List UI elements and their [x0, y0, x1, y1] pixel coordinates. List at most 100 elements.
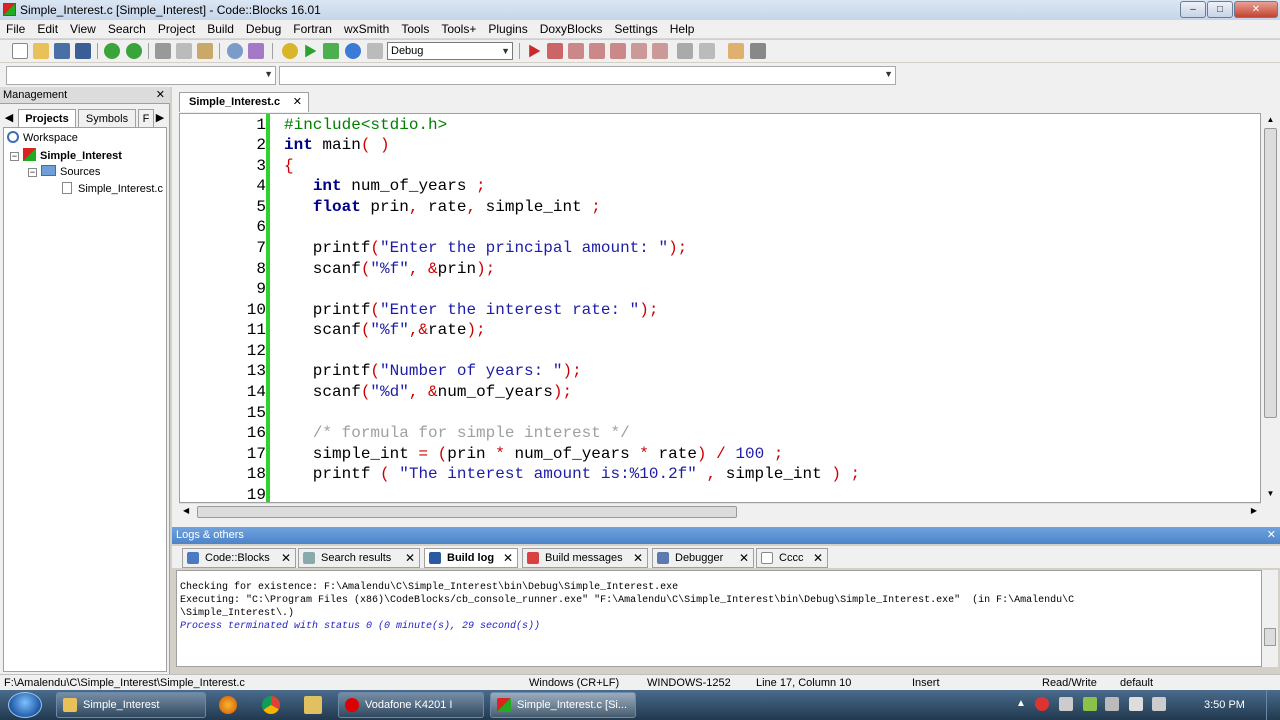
horizontal-scroll-thumb[interactable]: [197, 506, 737, 518]
close-icon[interactable]: ✕: [405, 549, 415, 568]
copy-icon[interactable]: [176, 43, 192, 59]
pause-icon[interactable]: [677, 43, 693, 59]
editor-vertical-scrollbar[interactable]: ▲ ▼: [1262, 113, 1279, 502]
menu-tools[interactable]: Tools: [395, 20, 435, 39]
menu-file[interactable]: File: [0, 20, 31, 39]
run-to-cursor-icon[interactable]: [547, 43, 563, 59]
menu-build[interactable]: Build: [201, 20, 240, 39]
cut-icon[interactable]: [155, 43, 171, 59]
replace-icon[interactable]: [248, 43, 264, 59]
tray-volume-icon[interactable]: [1152, 697, 1166, 711]
menu-help[interactable]: Help: [664, 20, 701, 39]
find-icon[interactable]: [227, 43, 243, 59]
log-vertical-scrollbar[interactable]: [1262, 570, 1278, 667]
close-icon[interactable]: ✕: [633, 549, 643, 568]
code-editor[interactable]: 1 2 3 4 5 6 7 8 9 10 11 12 13 14 15 16 1…: [179, 113, 1261, 503]
close-icon[interactable]: ✕: [739, 549, 749, 568]
save-icon[interactable]: [54, 43, 70, 59]
menu-tools-plus[interactable]: Tools+: [435, 20, 482, 39]
tab-build-log[interactable]: Build log ✕: [424, 548, 518, 568]
paste-icon[interactable]: [197, 43, 213, 59]
close-button[interactable]: ✕: [1234, 1, 1278, 18]
run-icon[interactable]: [305, 44, 317, 58]
tray-device-icon[interactable]: [1059, 697, 1073, 711]
scroll-down-icon[interactable]: ▼: [1265, 489, 1276, 499]
vertical-scroll-thumb[interactable]: [1264, 128, 1277, 418]
tab-projects[interactable]: Projects: [18, 109, 76, 127]
next-line-icon[interactable]: [568, 43, 584, 59]
firefox-icon[interactable]: [219, 696, 237, 714]
step-instruction-icon[interactable]: [652, 43, 668, 59]
menu-plugins[interactable]: Plugins: [482, 20, 533, 39]
start-button[interactable]: [8, 692, 42, 718]
clock[interactable]: 3:50 PM: [1204, 690, 1245, 720]
close-icon[interactable]: ✕: [503, 549, 513, 568]
various-info-icon[interactable]: [750, 43, 766, 59]
close-icon[interactable]: ✕: [813, 549, 823, 568]
collapse-icon[interactable]: −: [10, 152, 19, 161]
build-gear-icon[interactable]: [282, 43, 298, 59]
scope-select[interactable]: ▼: [6, 66, 276, 85]
debug-continue-icon[interactable]: [529, 44, 541, 58]
tree-item-workspace[interactable]: Workspace: [7, 131, 78, 146]
open-folder-icon[interactable]: [33, 43, 49, 59]
menu-settings[interactable]: Settings: [608, 20, 663, 39]
tree-item-file[interactable]: Simple_Interest.c: [62, 182, 163, 197]
tab-cccc[interactable]: Cccc ✕: [756, 548, 828, 568]
tab-codeblocks-log[interactable]: Code::Blocks ✕: [182, 548, 296, 568]
save-all-icon[interactable]: [75, 43, 91, 59]
tab-build-messages[interactable]: Build messages ✕: [522, 548, 648, 568]
minimize-button[interactable]: –: [1180, 1, 1206, 18]
tray-expand-icon[interactable]: ▲: [1016, 698, 1026, 709]
scroll-right-icon[interactable]: ▶: [1251, 506, 1257, 515]
menu-edit[interactable]: Edit: [31, 20, 64, 39]
tree-item-project[interactable]: − Simple_Interest: [10, 148, 122, 164]
step-into-icon[interactable]: [589, 43, 605, 59]
step-out-icon[interactable]: [610, 43, 626, 59]
menu-fortran[interactable]: Fortran: [287, 20, 338, 39]
chrome-icon[interactable]: [262, 696, 280, 714]
tab-debugger[interactable]: Debugger ✕: [652, 548, 754, 568]
tab-scroll-left-icon[interactable]: ◀: [2, 109, 16, 127]
menu-wxsmith[interactable]: wxSmith: [338, 20, 395, 39]
menu-view[interactable]: View: [64, 20, 102, 39]
collapse-icon[interactable]: −: [28, 168, 37, 177]
editor-horizontal-scrollbar[interactable]: ◀ ▶: [179, 503, 1261, 520]
build-target-select[interactable]: Debug ▼: [387, 42, 513, 60]
next-instruction-icon[interactable]: [631, 43, 647, 59]
build-run-icon[interactable]: [323, 43, 339, 59]
tab-files[interactable]: F: [138, 109, 154, 127]
tray-app-icon[interactable]: [1035, 697, 1049, 711]
scroll-up-icon[interactable]: ▲: [1265, 115, 1276, 125]
close-icon[interactable]: ✕: [281, 549, 291, 568]
tab-search-results[interactable]: Search results ✕: [298, 548, 420, 568]
redo-icon[interactable]: [126, 43, 142, 59]
scroll-left-icon[interactable]: ◀: [183, 506, 189, 515]
taskbar-item-explorer[interactable]: Simple_Interest: [56, 692, 206, 718]
notepad-icon[interactable]: [304, 696, 322, 714]
rebuild-icon[interactable]: [345, 43, 361, 59]
close-icon[interactable]: ✕: [293, 93, 302, 111]
tab-symbols[interactable]: Symbols: [78, 109, 136, 127]
menu-project[interactable]: Project: [152, 20, 201, 39]
taskbar-item-codeblocks[interactable]: Simple_Interest.c [Si...: [490, 692, 636, 718]
tray-display-icon[interactable]: [1105, 697, 1119, 711]
debug-windows-icon[interactable]: [728, 43, 744, 59]
maximize-button[interactable]: □: [1207, 1, 1233, 18]
menu-debug[interactable]: Debug: [240, 20, 287, 39]
tray-network-icon[interactable]: [1083, 697, 1097, 711]
abort-icon[interactable]: [367, 43, 383, 59]
show-desktop-button[interactable]: [1266, 690, 1280, 720]
log-scroll-thumb[interactable]: [1264, 628, 1276, 646]
close-icon[interactable]: ✕: [1267, 527, 1276, 544]
build-log-output[interactable]: Checking for existence: F:\Amalendu\C\Si…: [176, 570, 1262, 667]
new-file-icon[interactable]: [12, 43, 28, 59]
menu-search[interactable]: Search: [102, 20, 152, 39]
function-select[interactable]: ▼: [279, 66, 896, 85]
stop-debug-icon[interactable]: [699, 43, 715, 59]
tray-flag-icon[interactable]: [1129, 697, 1143, 711]
tab-scroll-right-icon[interactable]: ▶: [154, 109, 166, 127]
tree-item-sources[interactable]: − Sources: [28, 165, 100, 180]
undo-icon[interactable]: [104, 43, 120, 59]
editor-tab[interactable]: Simple_Interest.c ✕: [179, 92, 309, 112]
